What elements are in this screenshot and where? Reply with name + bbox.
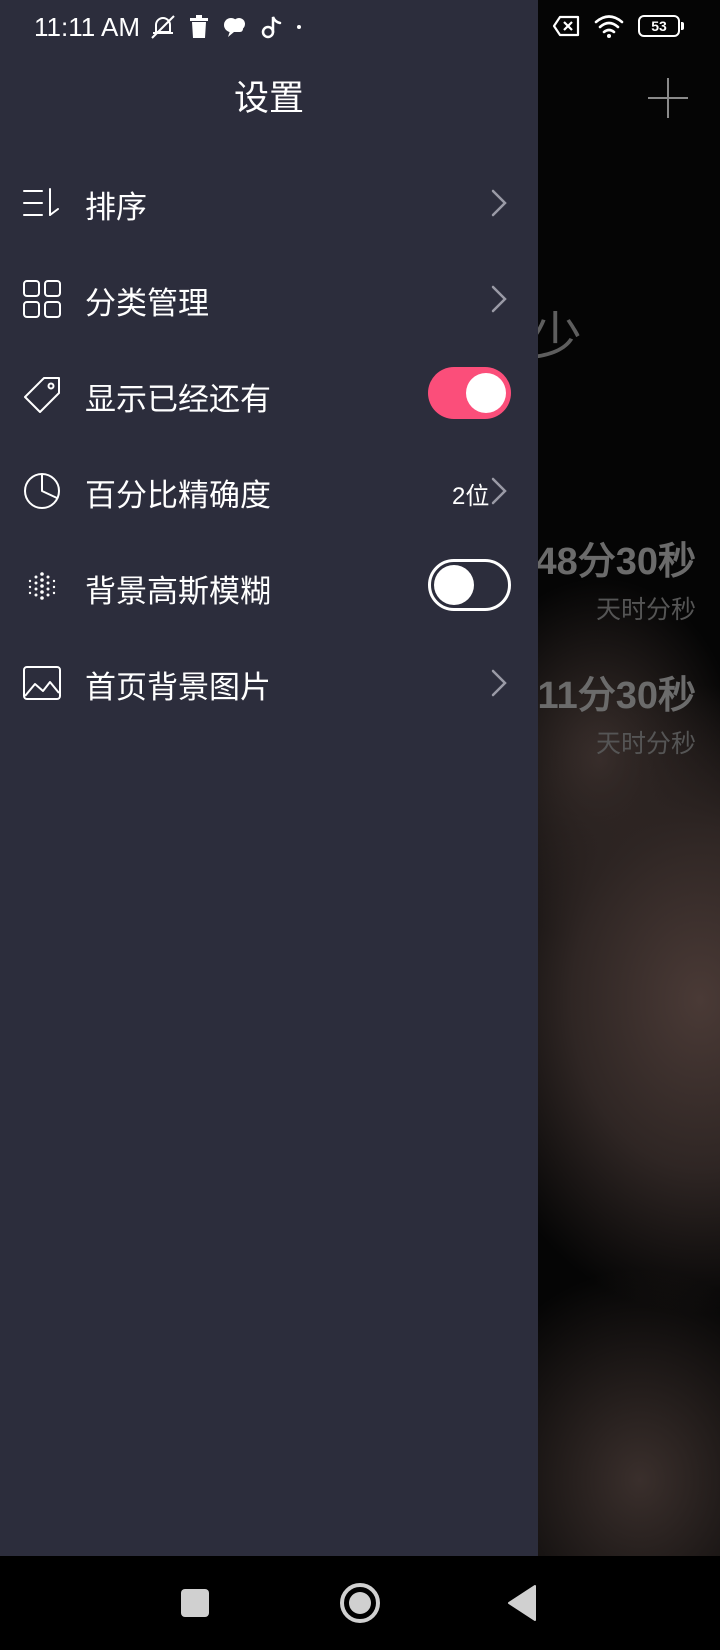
chevron-right-icon: [491, 189, 507, 217]
trash-icon: [190, 15, 208, 38]
menu-item-category-management[interactable]: 分类管理: [0, 251, 538, 347]
dot-icon: [297, 25, 301, 29]
blur-dots-icon: [28, 572, 56, 600]
tiktok-icon: [261, 16, 282, 39]
battery-icon: 53: [638, 15, 684, 37]
toggle-knob: [466, 373, 506, 413]
recent-apps-button[interactable]: [172, 1580, 218, 1626]
menu-label-show-elapsed-remaining: 显示已经还有: [85, 382, 271, 418]
counter-value-1: 48分30秒: [535, 541, 696, 583]
menu-item-sort[interactable]: 排序: [0, 155, 538, 251]
menu-label-percentage-precision: 百分比精确度: [85, 478, 271, 514]
status-time: 11:11 AM: [34, 12, 140, 42]
grid-icon: [23, 280, 61, 318]
counter-value-2: 11分30秒: [537, 675, 696, 717]
menu-item-show-elapsed-remaining: 显示已经还有: [0, 347, 538, 443]
toggle-knob: [434, 565, 474, 605]
notification-icons: [150, 14, 304, 40]
precision-value: 2位: [452, 483, 490, 510]
menu-label-background-blur: 背景高斯模糊: [85, 574, 271, 610]
counter-unit-2: 天时分秒: [595, 729, 696, 758]
menu-item-percentage-precision[interactable]: 百分比精确度 2位: [0, 443, 538, 539]
menu-item-background-blur: 背景高斯模糊: [0, 539, 538, 635]
navigation-bar: [0, 1556, 720, 1650]
drawer-title: 设置: [233, 79, 304, 119]
system-status-icons: 53: [552, 14, 684, 38]
menu-label-sort: 排序: [85, 190, 147, 226]
sim-x-icon: [552, 15, 580, 37]
muted-bell-icon: [151, 15, 175, 39]
settings-drawer: 设置 排序 分类管理 显示已经还有 百分比精确度 2位 背景高斯模糊 首页背景图…: [0, 0, 538, 1556]
tag-icon: [24, 377, 60, 413]
back-button[interactable]: [500, 1580, 546, 1626]
add-icon[interactable]: [648, 78, 688, 118]
sort-icon: [23, 188, 59, 216]
background-blur-toggle[interactable]: [428, 559, 511, 611]
menu-label-category-management: 分类管理: [85, 286, 209, 322]
status-bar: 11:11 AM 53: [0, 0, 720, 56]
pie-chart-icon: [24, 473, 60, 509]
chevron-right-icon: [491, 477, 507, 505]
image-icon: [23, 666, 61, 700]
chevron-right-icon: [491, 285, 507, 313]
menu-label-home-background-image: 首页背景图片: [85, 670, 271, 706]
cloud-chat-icon: [224, 18, 245, 37]
home-button[interactable]: [337, 1580, 383, 1626]
counter-unit-1: 天时分秒: [595, 595, 696, 624]
menu-item-home-background-image[interactable]: 首页背景图片: [0, 635, 538, 731]
wifi-icon: [594, 15, 624, 38]
chevron-right-icon: [491, 669, 507, 697]
show-elapsed-toggle[interactable]: [428, 367, 511, 419]
